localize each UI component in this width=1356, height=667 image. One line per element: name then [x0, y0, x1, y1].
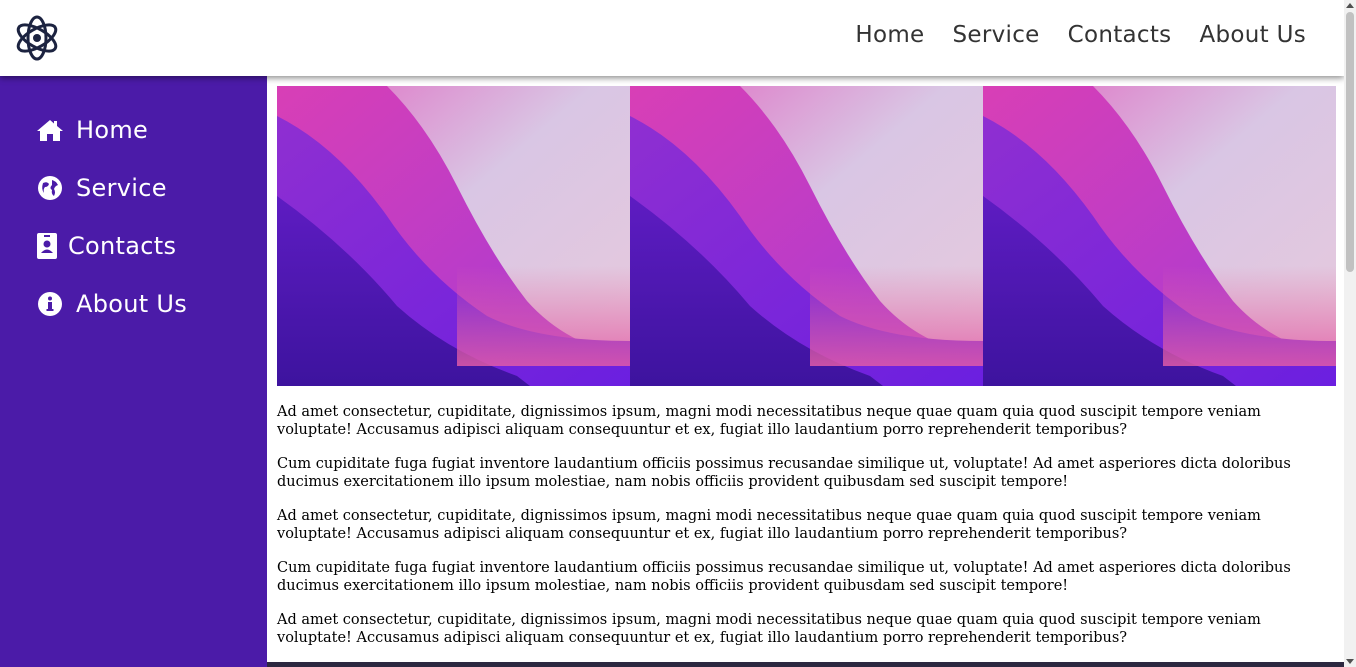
sidebar: Home Service Contacts About Us: [0, 76, 267, 667]
gallery-image: [277, 86, 630, 386]
contact-card-icon: [36, 232, 58, 260]
top-nav-home[interactable]: Home: [855, 22, 924, 48]
paragraph: Ad amet consectetur, cupiditate, digniss…: [277, 508, 1261, 542]
scroll-up-icon[interactable]: [1346, 3, 1354, 8]
image-gallery: [277, 86, 1336, 386]
top-header: Home Service Contacts About Us: [0, 0, 1344, 76]
body-text: Ad amet consectetur, cupiditate, digniss…: [277, 403, 1336, 647]
top-nav-about-us[interactable]: About Us: [1199, 22, 1306, 48]
sidebar-item-label: Service: [76, 174, 167, 202]
paragraph: Cum cupiditate fuga fugiat inventore lau…: [277, 560, 1291, 594]
sidebar-item-contacts[interactable]: Contacts: [36, 232, 176, 260]
main-content: Ad amet consectetur, cupiditate, digniss…: [277, 86, 1336, 663]
gallery-image: [630, 86, 983, 386]
sidebar-item-label: Contacts: [68, 232, 177, 260]
sidebar-item-label: Home: [76, 116, 149, 144]
globe-icon: [36, 174, 64, 202]
sidebar-item-about-us[interactable]: About Us: [36, 290, 187, 318]
info-icon: [36, 290, 64, 318]
paragraph: Ad amet consectetur, cupiditate, digniss…: [277, 404, 1261, 438]
vertical-scrollbar[interactable]: [1344, 0, 1356, 667]
home-icon: [36, 116, 64, 144]
logo-icon[interactable]: [13, 15, 61, 61]
top-nav-service[interactable]: Service: [952, 22, 1039, 48]
sidebar-item-label: About Us: [76, 290, 188, 318]
sidebar-item-service[interactable]: Service: [36, 174, 167, 202]
top-nav-contacts[interactable]: Contacts: [1068, 22, 1172, 48]
scroll-down-icon[interactable]: [1346, 659, 1354, 664]
sidebar-item-home[interactable]: Home: [36, 116, 148, 144]
paragraph: Ad amet consectetur, cupiditate, digniss…: [277, 612, 1261, 646]
scrollbar-thumb[interactable]: [1346, 12, 1354, 272]
top-nav: Home Service Contacts About Us: [855, 22, 1306, 48]
gallery-image: [983, 86, 1336, 386]
paragraph: Cum cupiditate fuga fugiat inventore lau…: [277, 456, 1291, 490]
